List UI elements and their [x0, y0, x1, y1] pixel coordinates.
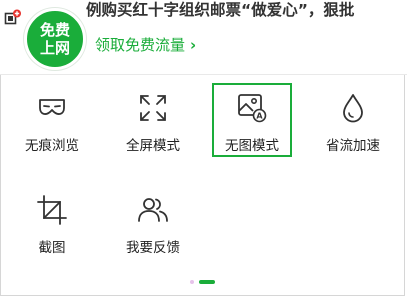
- no-image-mode-button[interactable]: A 无图模式: [212, 83, 292, 157]
- page-dot-2-active[interactable]: [199, 280, 215, 284]
- fullscreen-icon: [140, 95, 166, 121]
- fullscreen-mode-button[interactable]: 全屏模式: [113, 83, 193, 157]
- feedback-button[interactable]: 我要反馈: [113, 185, 193, 259]
- badge-line-1: 免费: [39, 21, 70, 39]
- chevron-right-icon: ›: [190, 36, 197, 54]
- free-internet-badge[interactable]: 免费 上网: [24, 8, 86, 70]
- badge-line-2: 上网: [39, 39, 70, 57]
- no-image-label: 无图模式: [225, 138, 279, 154]
- data-saver-label: 省流加速: [326, 138, 380, 154]
- screenshot-label: 截图: [38, 240, 66, 256]
- svg-text:A: A: [256, 112, 263, 121]
- free-data-link[interactable]: 领取免费流量 ›: [95, 35, 196, 55]
- header-divider: [0, 74, 407, 75]
- page-indicator: [0, 280, 407, 286]
- users-icon: [138, 198, 168, 222]
- incognito-label: 无痕浏览: [25, 138, 79, 154]
- free-data-label: 领取免费流量: [95, 36, 186, 54]
- screenshot-button[interactable]: 截图: [12, 185, 92, 259]
- window-add-icon[interactable]: [4, 9, 22, 27]
- page-dot-1[interactable]: [190, 280, 194, 284]
- drop-icon: [343, 94, 363, 123]
- fullscreen-label: 全屏模式: [126, 138, 180, 154]
- incognito-browsing-button[interactable]: 无痕浏览: [12, 83, 92, 157]
- promo-header: 例购买红十字组织邮票“做爱心”，狠批 免费 上网 领取免费流量 ›: [0, 0, 407, 74]
- feedback-label: 我要反馈: [126, 240, 180, 256]
- no-image-icon: A: [238, 94, 267, 123]
- news-headline[interactable]: 例购买红十字组织邮票“做爱心”，狠批: [86, 1, 407, 20]
- crop-icon: [37, 195, 67, 225]
- mask-icon: [39, 99, 65, 115]
- data-saver-button[interactable]: 省流加速: [313, 83, 393, 157]
